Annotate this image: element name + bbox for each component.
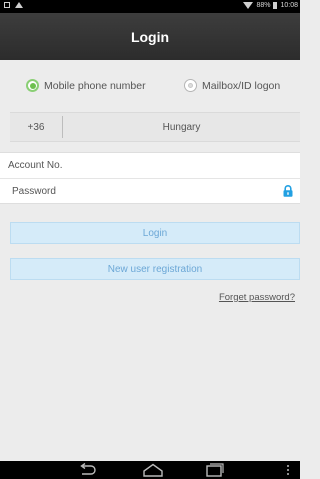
- password-field: [0, 178, 300, 203]
- status-right-icons: 88% 10:08: [243, 2, 298, 9]
- country-name: Hungary: [162, 121, 201, 133]
- radio-mobile-phone-label: Mobile phone number: [44, 79, 146, 92]
- home-icon[interactable]: [143, 463, 163, 477]
- wifi-icon: [243, 2, 254, 9]
- lock-icon[interactable]: [283, 185, 293, 197]
- notification-icon: [4, 2, 10, 8]
- title-bar: Login: [0, 13, 300, 60]
- radio-dot: [29, 82, 36, 89]
- forget-password-link[interactable]: Forget password?: [219, 292, 295, 303]
- status-left-icons: [4, 2, 23, 8]
- battery-percent: 88%: [256, 2, 271, 9]
- status-bar: 88% 10:08: [0, 0, 300, 13]
- new-user-registration-button[interactable]: New user registration: [10, 258, 300, 280]
- registration-button-label: New user registration: [107, 263, 203, 275]
- navigation-bar: [0, 461, 300, 479]
- radio-dot: [188, 83, 193, 88]
- login-button[interactable]: Login: [10, 222, 300, 244]
- alert-icon: [15, 2, 23, 8]
- country-code: +36: [27, 121, 45, 133]
- recent-apps-icon[interactable]: [206, 463, 224, 477]
- account-input[interactable]: [8, 153, 268, 177]
- radio-mailbox-id-label: Mailbox/ID logon: [202, 79, 281, 92]
- radio-checked-icon: [26, 79, 39, 92]
- login-mode-selector: Mobile phone number Mailbox/ID logon: [0, 72, 300, 102]
- login-screen: 88% 10:08 Login Mobile phone number Mail…: [0, 0, 300, 479]
- credentials-group: [0, 152, 300, 204]
- country-selector[interactable]: +36 Hungary: [10, 112, 300, 142]
- radio-mailbox-id[interactable]: Mailbox/ID logon: [184, 79, 280, 92]
- menu-icon[interactable]: [286, 463, 290, 477]
- radio-unchecked-icon: [184, 79, 197, 92]
- page-title: Login: [130, 28, 170, 45]
- clock: 10:08: [280, 2, 298, 9]
- battery-icon: [273, 2, 278, 9]
- login-button-label: Login: [142, 227, 168, 239]
- account-field: [0, 153, 300, 178]
- back-icon[interactable]: [78, 463, 96, 477]
- radio-mobile-phone[interactable]: Mobile phone number: [26, 79, 146, 92]
- password-input[interactable]: [12, 179, 272, 203]
